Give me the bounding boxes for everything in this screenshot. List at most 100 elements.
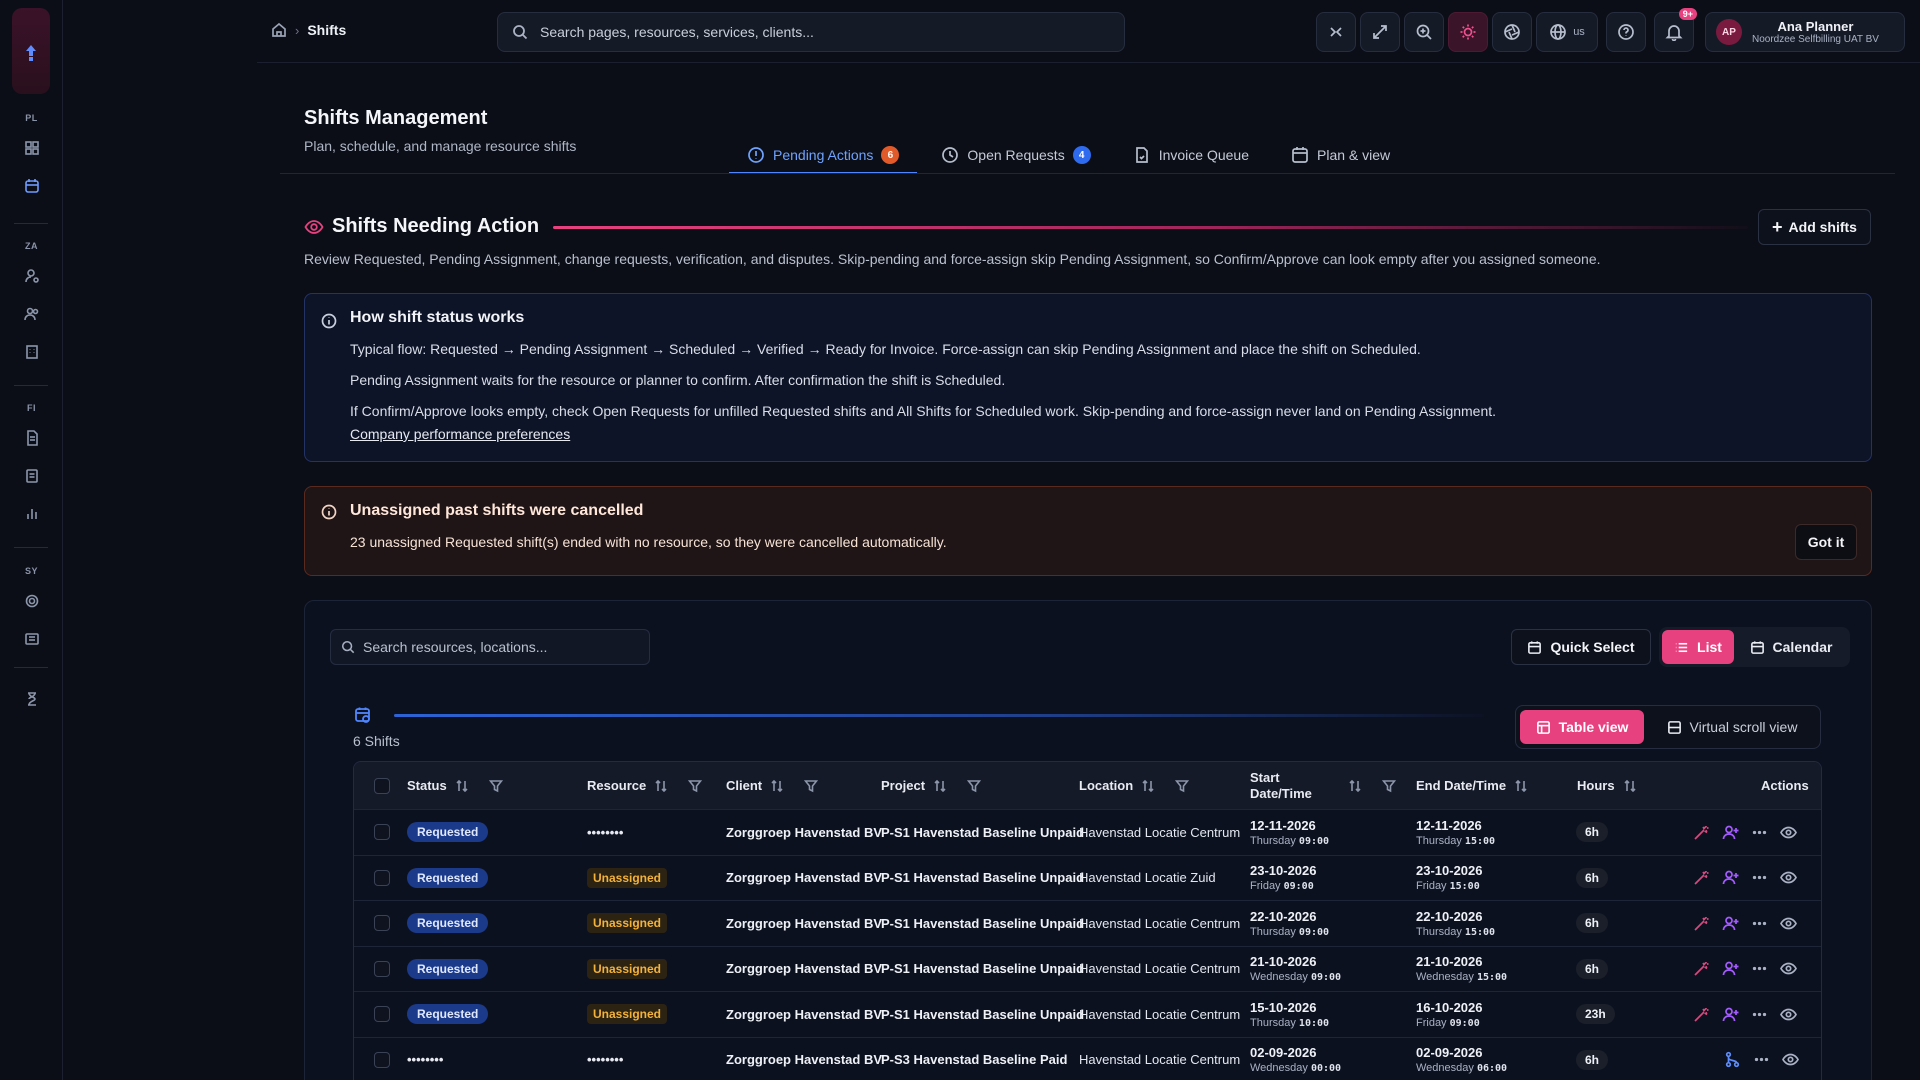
virtual-scroll-view-button[interactable]: Virtual scroll view	[1648, 710, 1816, 744]
table-row[interactable]: Requested Unassigned Zorggroep Havenstad…	[354, 947, 1821, 992]
select-all-checkbox[interactable]	[374, 762, 390, 809]
auto-assign-icon[interactable]	[1693, 869, 1710, 886]
view-icon[interactable]	[1782, 1051, 1799, 1068]
row-checkbox[interactable]	[374, 947, 390, 992]
zoom-button[interactable]	[1404, 12, 1444, 52]
view-icon[interactable]	[1780, 1006, 1797, 1023]
table-row[interactable]: •••••••• •••••••• Zorggroep Havenstad BV…	[354, 1038, 1821, 1080]
view-icon[interactable]	[1780, 915, 1797, 932]
row-checkbox[interactable]	[374, 810, 390, 855]
rail-building-icon[interactable]	[20, 340, 44, 364]
more-icon[interactable]	[1751, 960, 1768, 977]
sort-icon[interactable]	[1141, 779, 1155, 793]
more-icon[interactable]	[1751, 915, 1768, 932]
auto-assign-icon[interactable]	[1693, 915, 1710, 932]
assign-user-icon[interactable]	[1722, 915, 1739, 932]
more-icon[interactable]	[1751, 869, 1768, 886]
column-end[interactable]: End Date/Time	[1416, 762, 1528, 809]
table-view-button[interactable]: Table view	[1520, 710, 1644, 744]
column-project[interactable]: Project	[881, 762, 982, 809]
sort-icon[interactable]	[455, 779, 469, 793]
sort-icon[interactable]	[654, 779, 668, 793]
assign-user-icon[interactable]	[1722, 869, 1739, 886]
filter-icon[interactable]	[1382, 779, 1396, 793]
breadcrumb-current[interactable]: Shifts	[307, 22, 346, 38]
list-view-button[interactable]: List	[1662, 630, 1734, 664]
bell-icon	[1665, 25, 1683, 41]
notifications-button[interactable]: 9+	[1654, 8, 1697, 52]
assign-user-icon[interactable]	[1722, 1006, 1739, 1023]
quick-select-button[interactable]: Quick Select	[1511, 629, 1651, 665]
auto-assign-icon[interactable]	[1693, 824, 1710, 841]
rail-user-settings-icon[interactable]	[20, 264, 44, 288]
row-checkbox[interactable]	[374, 992, 390, 1037]
view-icon[interactable]	[1780, 960, 1797, 977]
calendar-view-button[interactable]: Calendar	[1737, 630, 1845, 664]
column-hours[interactable]: Hours	[1577, 762, 1637, 809]
table-row[interactable]: Requested •••••••• Zorggroep Havenstad B…	[354, 810, 1821, 856]
got-it-button[interactable]: Got it	[1795, 524, 1857, 560]
column-client[interactable]: Client	[726, 762, 819, 809]
rail-log-icon[interactable]	[20, 627, 44, 651]
rail-chart-icon[interactable]	[20, 502, 44, 526]
sort-icon[interactable]	[1623, 779, 1637, 793]
filter-icon[interactable]	[967, 779, 982, 793]
filter-icon[interactable]	[488, 779, 503, 793]
help-button[interactable]	[1606, 12, 1646, 52]
row-checkbox[interactable]	[374, 856, 390, 901]
column-start[interactable]: Start Date/Time	[1250, 762, 1396, 809]
change-request-icon[interactable]	[1724, 1051, 1741, 1068]
tab-pending-actions[interactable]: Pending Actions 6	[729, 138, 918, 174]
collapse-button[interactable]	[1316, 12, 1356, 52]
aperture-button[interactable]	[1492, 12, 1532, 52]
auto-assign-icon[interactable]	[1693, 960, 1710, 977]
table-row[interactable]: Requested Unassigned Zorggroep Havenstad…	[354, 992, 1821, 1038]
add-shifts-button[interactable]: + Add shifts	[1758, 209, 1871, 245]
rail-hourglass-icon[interactable]	[20, 687, 44, 711]
rail-dashboard-icon[interactable]	[20, 136, 44, 160]
column-location[interactable]: Location	[1079, 762, 1190, 809]
more-icon[interactable]	[1753, 1051, 1770, 1068]
home-icon[interactable]	[271, 22, 287, 38]
assign-user-icon[interactable]	[1722, 824, 1739, 841]
more-icon[interactable]	[1751, 824, 1768, 841]
column-status[interactable]: Status	[407, 762, 503, 809]
company-preferences-link[interactable]: Company performance preferences	[350, 426, 570, 442]
table-row[interactable]: Requested Unassigned Zorggroep Havenstad…	[354, 901, 1821, 947]
table-row[interactable]: Requested Unassigned Zorggroep Havenstad…	[354, 856, 1821, 901]
view-icon[interactable]	[1780, 869, 1797, 886]
sort-icon[interactable]	[770, 779, 784, 793]
view-icon[interactable]	[1780, 824, 1797, 841]
app-logo[interactable]	[12, 8, 50, 94]
rail-users-icon[interactable]	[20, 302, 44, 326]
global-search[interactable]	[497, 12, 1125, 52]
assign-user-icon[interactable]	[1722, 960, 1739, 977]
rail-gear-icon[interactable]	[20, 589, 44, 613]
filter-icon[interactable]	[688, 779, 703, 793]
global-search-input[interactable]	[540, 24, 1080, 40]
theme-toggle-button[interactable]	[1448, 12, 1488, 52]
row-checkbox[interactable]	[374, 1038, 390, 1080]
table-search-input[interactable]	[363, 639, 643, 655]
user-menu[interactable]: AP Ana Planner Noordzee Selfbilling UAT …	[1705, 12, 1905, 52]
sort-icon[interactable]	[933, 779, 947, 793]
column-resource[interactable]: Resource	[587, 762, 703, 809]
sort-icon[interactable]	[1514, 779, 1528, 793]
more-icon[interactable]	[1751, 1006, 1768, 1023]
auto-assign-icon[interactable]	[1693, 1006, 1710, 1023]
rail-document-icon[interactable]	[20, 464, 44, 488]
tab-open-requests[interactable]: Open Requests 4	[923, 138, 1108, 174]
rail-calendar-icon[interactable]	[20, 174, 44, 198]
tab-invoice-queue[interactable]: Invoice Queue	[1115, 138, 1267, 174]
filter-icon[interactable]	[1175, 779, 1190, 793]
tab-plan-view[interactable]: Plan & view	[1273, 138, 1408, 174]
table-search[interactable]	[330, 629, 650, 665]
row-checkbox[interactable]	[374, 901, 390, 946]
fullscreen-button[interactable]	[1360, 12, 1400, 52]
hours-badge: 6h	[1576, 867, 1609, 888]
rail-invoice-icon[interactable]	[20, 426, 44, 450]
filter-icon[interactable]	[804, 779, 819, 793]
side-rail: PL ZA FI SY	[0, 0, 63, 1080]
sort-icon[interactable]	[1348, 779, 1362, 793]
language-button[interactable]: us	[1536, 12, 1598, 52]
